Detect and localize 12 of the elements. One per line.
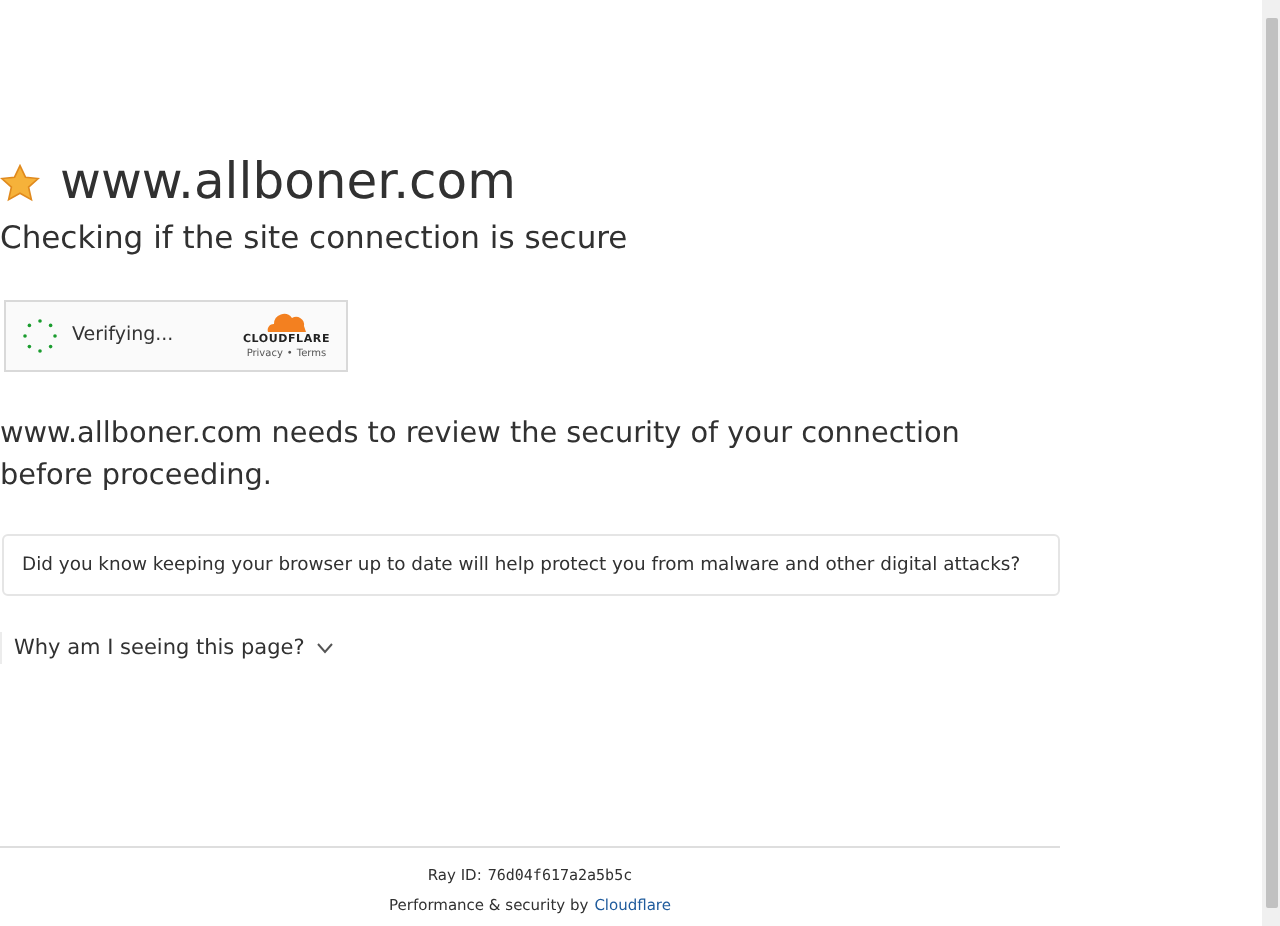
tip-text: Did you know keeping your browser up to date will help protect you from malware and other digital attacks? [22,552,1023,580]
chevron-icon [316,642,335,654]
page-subtitle: Checking if the site connection is secure [0,218,630,260]
scrollbar[interactable] [1262,0,1280,926]
why-toggle[interactable]: Why am I seeing this page? [0,632,335,664]
verifying-status: Verifying... [72,321,174,350]
spinner-icon [22,318,58,354]
scrollbar-thumb[interactable] [1265,18,1277,908]
star-icon [0,163,40,201]
site-domain: www.allboner.com [60,152,516,212]
cloud-icon [264,310,309,332]
review-message: www.allboner.com needs to review the security of your connection before proceeding. [0,416,962,496]
